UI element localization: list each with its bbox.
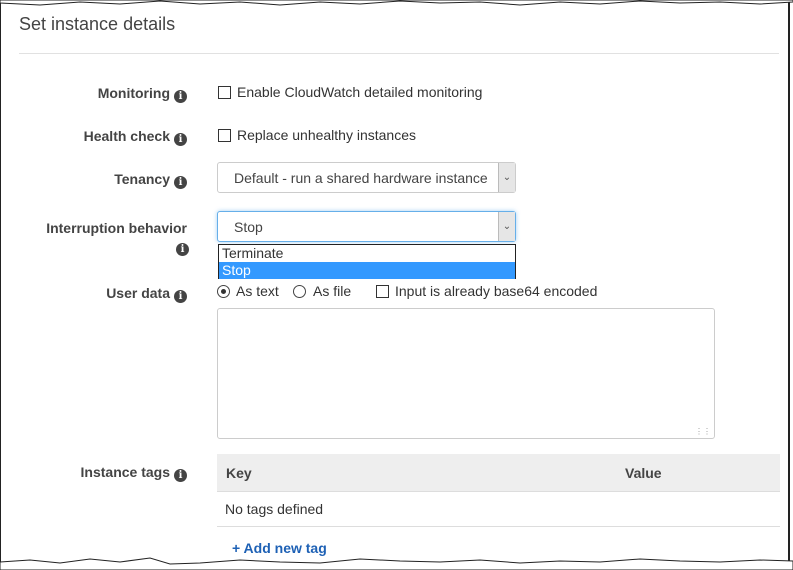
as-file-label[interactable]: As file: [313, 283, 351, 299]
health-check-checkbox[interactable]: [218, 129, 231, 142]
interruption-behavior-select[interactable]: Stop ⌄: [217, 211, 516, 242]
monitoring-checkbox-label[interactable]: Enable CloudWatch detailed monitoring: [237, 84, 482, 100]
info-circle-icon[interactable]: i: [174, 290, 187, 303]
tags-table-header: Key Value: [217, 454, 780, 492]
user-data-textarea[interactable]: ⋮⋮: [217, 308, 715, 439]
dropdown-option-terminate[interactable]: Terminate: [219, 245, 515, 262]
as-text-radio[interactable]: [217, 285, 230, 298]
info-circle-icon[interactable]: i: [174, 176, 187, 189]
interruption-behavior-label: Interruption behavior: [46, 220, 187, 236]
monitoring-label: Monitoring i: [98, 85, 187, 103]
resize-handle-icon[interactable]: ⋮⋮: [695, 428, 711, 436]
interruption-selected-value: Stop: [234, 219, 263, 235]
torn-edge-bottom: [0, 557, 793, 570]
info-circle-icon[interactable]: i: [174, 469, 187, 482]
chevron-down-icon[interactable]: ⌄: [498, 212, 515, 241]
health-check-label: Health check i: [84, 128, 187, 146]
column-header-value: Value: [625, 465, 662, 481]
empty-tags-text: No tags defined: [225, 501, 324, 517]
base64-checkbox[interactable]: [376, 285, 389, 298]
tenancy-label: Tenancy i: [114, 171, 187, 189]
column-header-key: Key: [226, 465, 252, 481]
info-circle-icon[interactable]: i: [176, 243, 189, 256]
base64-checkbox-label[interactable]: Input is already base64 encoded: [395, 283, 597, 299]
info-circle-icon[interactable]: i: [174, 133, 187, 146]
instance-tags-label: Instance tags i: [81, 464, 187, 482]
interruption-dropdown-list: Terminate Stop: [218, 244, 516, 279]
dropdown-option-stop[interactable]: Stop: [219, 262, 515, 279]
add-new-tag-link[interactable]: + Add new tag: [232, 540, 327, 556]
divider: [19, 53, 779, 54]
tenancy-selected-value: Default - run a shared hardware instance: [234, 170, 488, 186]
monitoring-checkbox[interactable]: [218, 86, 231, 99]
torn-edge-top: [0, 0, 793, 6]
section-title: Set instance details: [19, 14, 176, 34]
as-file-radio[interactable]: [293, 285, 306, 298]
chevron-down-icon[interactable]: ⌄: [498, 163, 515, 192]
info-circle-icon[interactable]: i: [174, 90, 187, 103]
health-check-checkbox-label[interactable]: Replace unhealthy instances: [237, 127, 416, 143]
as-text-label[interactable]: As text: [236, 283, 279, 299]
tenancy-select[interactable]: Default - run a shared hardware instance…: [217, 162, 516, 193]
tags-empty-row: No tags defined: [217, 492, 780, 527]
user-data-label: User data i: [106, 285, 187, 303]
